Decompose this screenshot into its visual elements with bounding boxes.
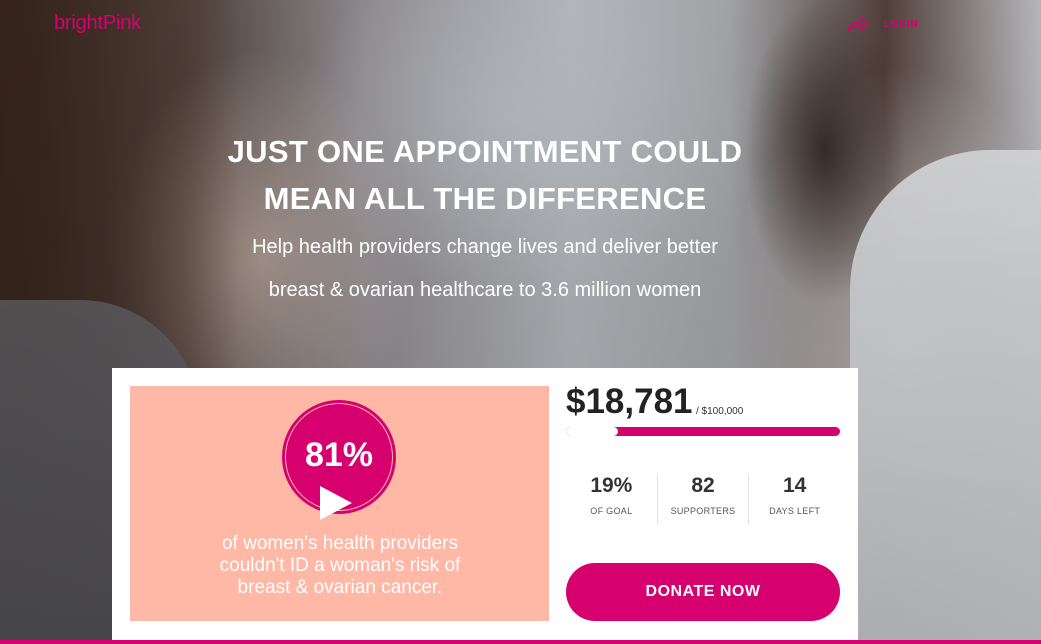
play-icon[interactable] (320, 486, 352, 520)
campaign-video[interactable]: 81% of women's health providers couldn't… (130, 386, 549, 621)
progress-bar-fill (566, 427, 619, 436)
caption-line-2: couldn't ID a woman's risk of (219, 555, 461, 576)
stat-percent-goal: 19% OF GOAL (566, 474, 658, 524)
headline-line-2: MEAN ALL THE DIFFERENCE (263, 181, 707, 216)
stat-label: DAYS LEFT (769, 506, 821, 516)
hero-headline: JUST ONE APPOINTMENT COULD MEAN ALL THE … (170, 128, 800, 222)
login-label: LOGIN (884, 18, 919, 30)
campaign-card: 81% of women's health providers couldn't… (112, 368, 858, 644)
login-link[interactable]: LOGIN (846, 14, 918, 34)
hero-subtitle: Help health providers change lives and d… (180, 226, 790, 312)
headline-line-1: JUST ONE APPOINTMENT COULD (227, 134, 743, 169)
bottom-accent-bar (0, 640, 1041, 644)
stat-value: 14 (783, 474, 807, 497)
stat-value: 19% (590, 474, 633, 497)
logo-text-bright: bright (54, 12, 103, 34)
amount-raised: $18,781 (566, 382, 693, 421)
stat-label: SUPPORTERS (670, 506, 736, 516)
stat-days-left: 14 DAYS LEFT (749, 474, 840, 524)
caption-line-1: of women's health providers (222, 533, 458, 554)
subtitle-line-2: breast & ovarian healthcare to 3.6 milli… (268, 279, 702, 301)
goal-amount: / $100,000 (696, 406, 744, 417)
caption-line-3: breast & ovarian cancer. (237, 577, 443, 598)
video-caption: of women's health providers couldn't ID … (170, 533, 510, 599)
stat-value: 82 (691, 474, 715, 497)
stat-supporters: 82 SUPPORTERS (658, 474, 750, 524)
video-stat: 81% (304, 436, 374, 474)
campaign-stats: 19% OF GOAL 82 SUPPORTERS 14 DAYS LEFT (566, 474, 840, 524)
share-arrow-icon (847, 17, 869, 32)
stat-label: OF GOAL (590, 506, 633, 516)
subtitle-line-1: Help health providers change lives and d… (252, 236, 718, 258)
progress-bar (566, 427, 840, 436)
brightpink-logo[interactable]: brightPink (54, 12, 141, 35)
logo-text-pink: Pink (102, 12, 141, 34)
donate-now-button[interactable]: DONATE NOW (566, 563, 840, 621)
